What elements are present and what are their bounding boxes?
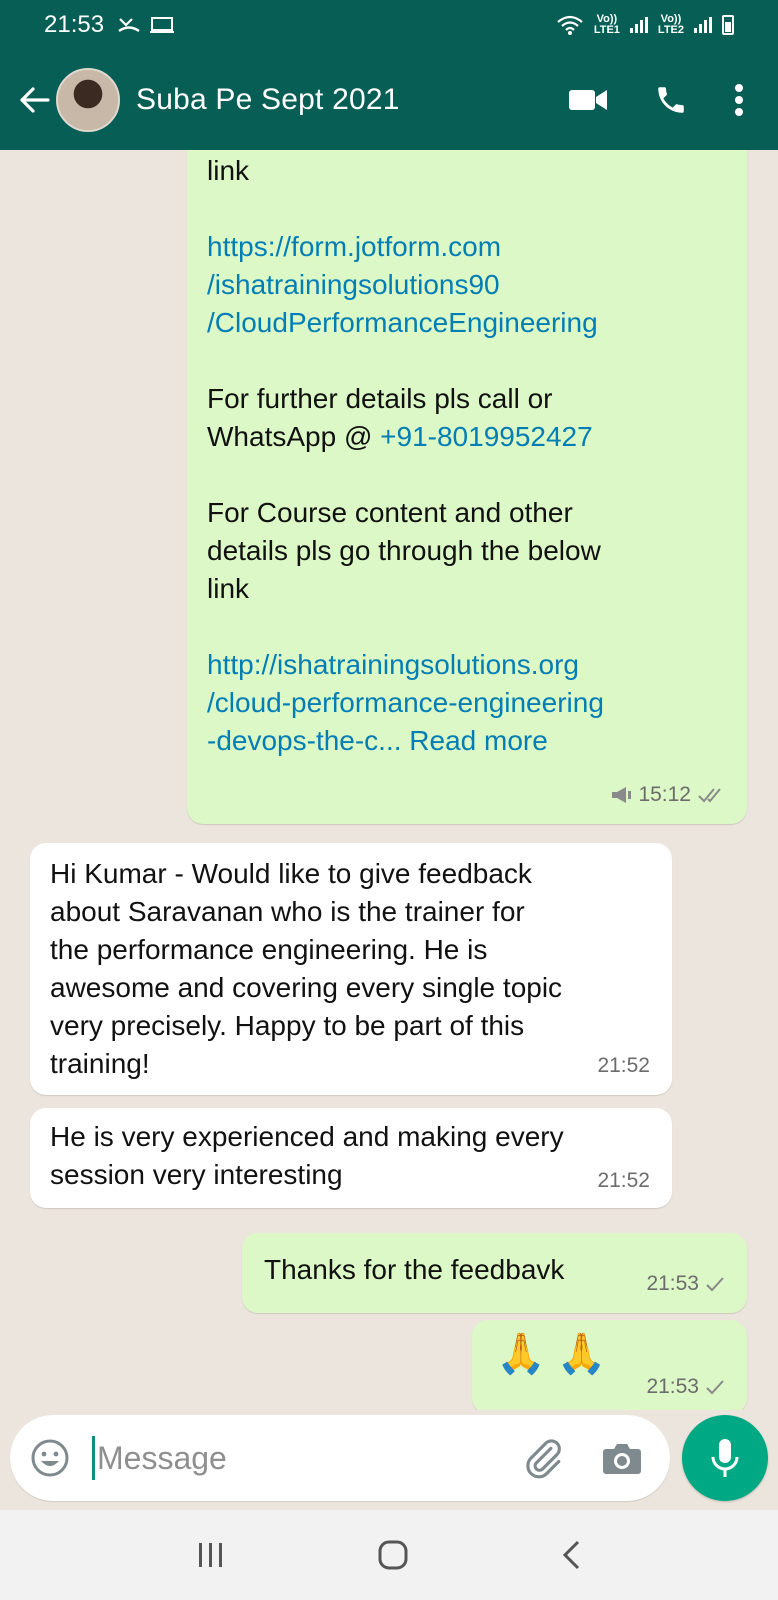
message-text: about Saravanan who is the trainer for — [50, 896, 525, 927]
status-time: 21:53 — [44, 11, 105, 38]
message-text: link — [207, 155, 250, 186]
message-text: session very interesting — [50, 1159, 343, 1190]
message-meta: 21:52 — [597, 1047, 650, 1085]
link-line: http://ishatrainingsolutions.org — [207, 649, 579, 680]
signal-strength-icon — [629, 17, 648, 33]
camera-icon[interactable] — [602, 1441, 642, 1475]
single-check-icon — [706, 1380, 724, 1395]
message-time: 21:53 — [646, 1272, 699, 1295]
video-camera-icon[interactable] — [568, 87, 608, 113]
message-meta: 15:12 — [610, 776, 725, 814]
message-link[interactable]: http://ishatrainingsolutions.org /cloud-… — [207, 646, 725, 722]
status-bar: 21:53 Vo)) LTE1 Vo)) LTE2 — [0, 0, 778, 50]
message-text: very precisely. Happy to be part of this — [50, 1010, 525, 1041]
recents-icon[interactable] — [196, 1541, 226, 1569]
chat-header: Suba Pe Sept 2021 — [0, 50, 778, 150]
message-bubble-outgoing[interactable]: 🙏 🙏 21:53 — [472, 1320, 747, 1410]
message-text: For further details pls call or — [207, 383, 553, 414]
missed-call-icon — [118, 18, 140, 33]
network-lte1-label: Vo)) LTE1 — [593, 13, 620, 36]
cast-icon — [150, 17, 175, 33]
message-bubble-incoming[interactable]: Hi Kumar - Would like to give feedback a… — [30, 843, 672, 1095]
message-time: 15:12 — [638, 783, 691, 806]
emoji-icon — [31, 1439, 69, 1477]
link-line[interactable]: -devops-the-c... — [207, 725, 402, 756]
single-check-icon — [706, 1277, 724, 1292]
broadcast-icon — [612, 787, 632, 803]
message-time: 21:53 — [646, 1375, 699, 1398]
link-line: https://form.jotform.com — [207, 231, 502, 262]
message-meta: 21:52 — [597, 1162, 650, 1200]
phone-icon[interactable] — [654, 83, 688, 117]
wifi-icon — [557, 15, 583, 35]
message-text: Thanks for the feedbavk — [264, 1254, 565, 1285]
phone-number-link[interactable]: +91-8019952427 — [380, 421, 593, 452]
back-button[interactable] — [0, 50, 54, 150]
message-text: link — [207, 573, 250, 604]
chat-title[interactable]: Suba Pe Sept 2021 — [136, 83, 568, 117]
voice-message-button[interactable] — [682, 1415, 768, 1501]
battery-icon — [722, 15, 734, 35]
message-composer — [10, 1415, 670, 1501]
message-text: For Course content and other — [207, 497, 573, 528]
message-input[interactable] — [97, 1439, 522, 1477]
chat-messages[interactable]: link https://form.jotform.com /ishatrain… — [0, 150, 778, 1410]
microphone-icon — [711, 1439, 739, 1477]
link-line: /CloudPerformanceEngineering — [207, 307, 598, 338]
message-text: awesome and covering every single topic — [50, 972, 563, 1003]
message-bubble-incoming[interactable]: He is very experienced and making every … — [30, 1108, 672, 1208]
message-text: training! — [50, 1048, 150, 1079]
link-line: /ishatrainingsolutions90 — [207, 269, 500, 300]
message-bubble-outgoing[interactable]: link https://form.jotform.com /ishatrain… — [187, 150, 747, 824]
message-link[interactable]: https://form.jotform.com /ishatrainingso… — [207, 228, 725, 342]
message-text: WhatsApp @ — [207, 421, 381, 452]
back-icon[interactable] — [560, 1539, 582, 1571]
read-more-link[interactable]: Read more — [402, 725, 548, 756]
text-cursor — [92, 1436, 95, 1480]
double-check-icon — [698, 788, 721, 803]
message-meta: 21:53 — [646, 1368, 725, 1406]
signal-strength-2-icon — [694, 17, 712, 33]
message-meta: 21:53 — [646, 1265, 725, 1303]
arrow-left-icon — [20, 87, 50, 113]
emoji-button[interactable] — [10, 1438, 90, 1478]
more-vertical-icon[interactable] — [734, 83, 744, 117]
message-text: the performance engineering. He is — [50, 934, 488, 965]
emoji-message: 🙏 🙏 — [496, 1332, 607, 1376]
message-text: Hi Kumar - Would like to give feedback — [50, 858, 532, 889]
system-navigation-bar — [0, 1510, 778, 1600]
network-lte2-label: Vo)) LTE2 — [657, 13, 684, 36]
message-bubble-outgoing[interactable]: Thanks for the feedbavk 21:53 — [242, 1233, 747, 1313]
message-time: 21:52 — [597, 1054, 650, 1077]
message-text: details pls go through the below — [207, 535, 601, 566]
link-line: /cloud-performance-engineering — [207, 687, 604, 718]
paperclip-icon[interactable] — [522, 1437, 564, 1479]
avatar[interactable] — [56, 68, 120, 132]
home-icon[interactable] — [377, 1539, 409, 1571]
message-text: He is very experienced and making every — [50, 1121, 564, 1152]
message-time: 21:52 — [597, 1169, 650, 1192]
